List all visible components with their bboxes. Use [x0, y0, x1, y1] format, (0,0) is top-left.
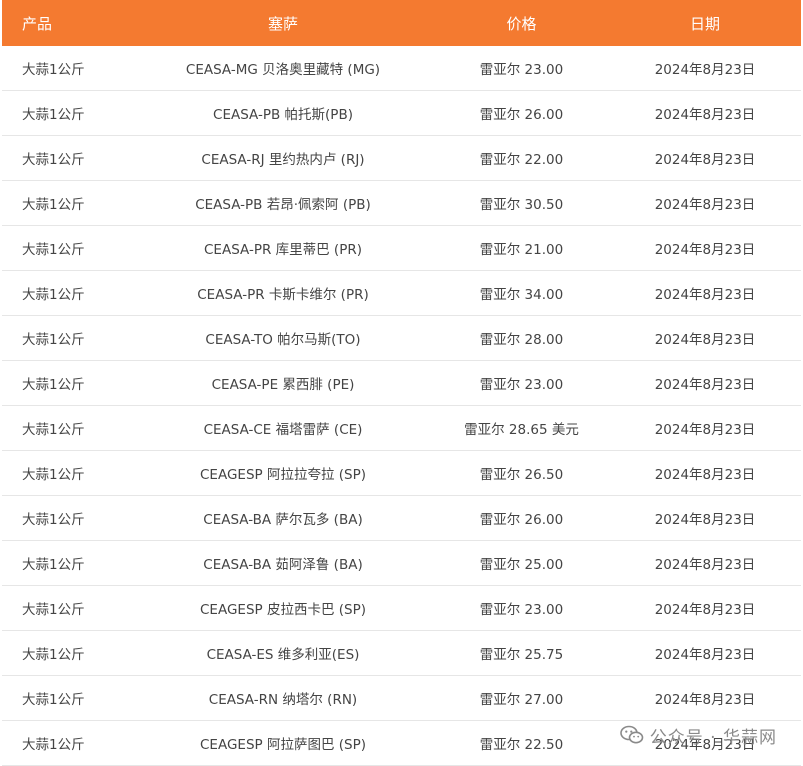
- table-row: 大蒜1公斤 CEASA-PR 库里蒂巴 (PR) 雷亚尔 21.00 2024年8月2…: [2, 225, 801, 271]
- cell-ceasa: CEASA-PB 若昂·佩索阿 (PB): [132, 180, 434, 226]
- cell-date: 2024年8月23日: [609, 180, 801, 226]
- cell-product: 大蒜1公斤: [2, 495, 132, 541]
- cell-ceasa: CEAGESP 阿拉拉夸拉 (SP): [132, 450, 434, 496]
- cell-price: 雷亚尔 26.00: [434, 495, 609, 541]
- cell-price: 雷亚尔 22.00: [434, 135, 609, 181]
- cell-ceasa: CEASA-PE 累西腓 (PE): [132, 360, 434, 406]
- cell-product: 大蒜1公斤: [2, 135, 132, 181]
- cell-ceasa: CEASA-RN 纳塔尔 (RN): [132, 675, 434, 721]
- cell-ceasa: CEASA-RJ 里约热内卢 (RJ): [132, 135, 434, 181]
- cell-price: 雷亚尔 25.75: [434, 630, 609, 676]
- table-row: 大蒜1公斤 CEASA-BA 萨尔瓦多 (BA) 雷亚尔 26.00 2024年8月2…: [2, 495, 801, 541]
- cell-ceasa: CEASA-CE 福塔雷萨 (CE): [132, 405, 434, 451]
- garlic-price-table: 产品 塞萨 价格 日期 大蒜1公斤 CEASA-MG 贝洛奥里藏特 (MG) 雷亚尔…: [2, 0, 801, 766]
- cell-product: 大蒜1公斤: [2, 315, 132, 361]
- cell-product: 大蒜1公斤: [2, 360, 132, 406]
- cell-product: 大蒜1公斤: [2, 630, 132, 676]
- cell-price: 雷亚尔 27.00: [434, 675, 609, 721]
- cell-ceasa: CEASA-MG 贝洛奥里藏特 (MG): [132, 46, 434, 91]
- cell-price: 雷亚尔 28.65 美元: [434, 405, 609, 451]
- cell-product: 大蒜1公斤: [2, 720, 132, 766]
- cell-price: 雷亚尔 22.50: [434, 720, 609, 766]
- cell-date: 2024年8月23日: [609, 540, 801, 586]
- cell-price: 雷亚尔 26.00: [434, 90, 609, 136]
- header-date: 日期: [609, 0, 801, 46]
- cell-product: 大蒜1公斤: [2, 180, 132, 226]
- cell-ceasa: CEASA-ES 维多利亚(ES): [132, 630, 434, 676]
- cell-price: 雷亚尔 26.50: [434, 450, 609, 496]
- cell-product: 大蒜1公斤: [2, 225, 132, 271]
- cell-ceasa: CEAGESP 皮拉西卡巴 (SP): [132, 585, 434, 631]
- table-row: 大蒜1公斤 CEASA-BA 茹阿泽鲁 (BA) 雷亚尔 25.00 2024年8月2…: [2, 540, 801, 586]
- cell-date: 2024年8月23日: [609, 360, 801, 406]
- cell-date: 2024年8月23日: [609, 90, 801, 136]
- table-row: 大蒜1公斤 CEASA-PB 若昂·佩索阿 (PB) 雷亚尔 30.50 2024年8…: [2, 180, 801, 226]
- cell-price: 雷亚尔 28.00: [434, 315, 609, 361]
- table-row: 大蒜1公斤 CEAGESP 阿拉拉夸拉 (SP) 雷亚尔 26.50 2024年8月2…: [2, 450, 801, 496]
- cell-date: 2024年8月23日: [609, 46, 801, 91]
- cell-date: 2024年8月23日: [609, 495, 801, 541]
- header-ceasa: 塞萨: [132, 0, 434, 46]
- cell-date: 2024年8月23日: [609, 675, 801, 721]
- table-row: 大蒜1公斤 CEASA-RN 纳塔尔 (RN) 雷亚尔 27.00 2024年8月23…: [2, 675, 801, 721]
- cell-product: 大蒜1公斤: [2, 90, 132, 136]
- cell-product: 大蒜1公斤: [2, 585, 132, 631]
- cell-date: 2024年8月23日: [609, 585, 801, 631]
- cell-date: 2024年8月23日: [609, 630, 801, 676]
- cell-price: 雷亚尔 34.00: [434, 270, 609, 316]
- table-row: 大蒜1公斤 CEASA-MG 贝洛奥里藏特 (MG) 雷亚尔 23.00 2024年8…: [2, 46, 801, 91]
- cell-price: 雷亚尔 23.00: [434, 585, 609, 631]
- cell-date: 2024年8月23日: [609, 720, 801, 766]
- cell-product: 大蒜1公斤: [2, 405, 132, 451]
- cell-product: 大蒜1公斤: [2, 675, 132, 721]
- cell-ceasa: CEASA-BA 萨尔瓦多 (BA): [132, 495, 434, 541]
- table-header: 产品 塞萨 价格 日期: [2, 0, 801, 46]
- cell-price: 雷亚尔 30.50: [434, 180, 609, 226]
- table-row: 大蒜1公斤 CEASA-TO 帕尔马斯(TO) 雷亚尔 28.00 2024年8月23…: [2, 315, 801, 361]
- cell-price: 雷亚尔 23.00: [434, 46, 609, 91]
- cell-product: 大蒜1公斤: [2, 270, 132, 316]
- table-row: 大蒜1公斤 CEASA-PR 卡斯卡维尔 (PR) 雷亚尔 34.00 2024年8月…: [2, 270, 801, 316]
- header-price: 价格: [434, 0, 609, 46]
- header-product: 产品: [2, 0, 132, 46]
- table-row: 大蒜1公斤 CEASA-ES 维多利亚(ES) 雷亚尔 25.75 2024年8月23…: [2, 630, 801, 676]
- cell-date: 2024年8月23日: [609, 135, 801, 181]
- table-row: 大蒜1公斤 CEAGESP 皮拉西卡巴 (SP) 雷亚尔 23.00 2024年8月2…: [2, 585, 801, 631]
- cell-product: 大蒜1公斤: [2, 540, 132, 586]
- cell-date: 2024年8月23日: [609, 405, 801, 451]
- table-row: 大蒜1公斤 CEAGESP 阿拉萨图巴 (SP) 雷亚尔 22.50 2024年8月2…: [2, 720, 801, 766]
- cell-product: 大蒜1公斤: [2, 46, 132, 91]
- price-table-container: 产品 塞萨 价格 日期 大蒜1公斤 CEASA-MG 贝洛奥里藏特 (MG) 雷亚尔…: [2, 0, 801, 766]
- table-body: 大蒜1公斤 CEASA-MG 贝洛奥里藏特 (MG) 雷亚尔 23.00 2024年8…: [2, 46, 801, 766]
- cell-date: 2024年8月23日: [609, 450, 801, 496]
- table-row: 大蒜1公斤 CEASA-PE 累西腓 (PE) 雷亚尔 23.00 2024年8月23…: [2, 360, 801, 406]
- cell-ceasa: CEASA-PB 帕托斯(PB): [132, 90, 434, 136]
- cell-price: 雷亚尔 25.00: [434, 540, 609, 586]
- table-row: 大蒜1公斤 CEASA-RJ 里约热内卢 (RJ) 雷亚尔 22.00 2024年8月…: [2, 135, 801, 181]
- table-row: 大蒜1公斤 CEASA-CE 福塔雷萨 (CE) 雷亚尔 28.65 美元 2024年…: [2, 405, 801, 451]
- cell-date: 2024年8月23日: [609, 225, 801, 271]
- cell-ceasa: CEASA-BA 茹阿泽鲁 (BA): [132, 540, 434, 586]
- cell-product: 大蒜1公斤: [2, 450, 132, 496]
- cell-date: 2024年8月23日: [609, 270, 801, 316]
- cell-price: 雷亚尔 23.00: [434, 360, 609, 406]
- cell-ceasa: CEASA-PR 卡斯卡维尔 (PR): [132, 270, 434, 316]
- cell-ceasa: CEAGESP 阿拉萨图巴 (SP): [132, 720, 434, 766]
- cell-date: 2024年8月23日: [609, 315, 801, 361]
- cell-ceasa: CEASA-TO 帕尔马斯(TO): [132, 315, 434, 361]
- header-row: 产品 塞萨 价格 日期: [2, 0, 801, 46]
- table-row: 大蒜1公斤 CEASA-PB 帕托斯(PB) 雷亚尔 26.00 2024年8月23日: [2, 90, 801, 136]
- cell-price: 雷亚尔 21.00: [434, 225, 609, 271]
- cell-ceasa: CEASA-PR 库里蒂巴 (PR): [132, 225, 434, 271]
